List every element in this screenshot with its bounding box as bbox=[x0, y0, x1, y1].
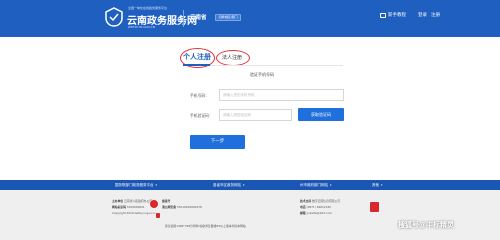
login-link[interactable]: 登录 bbox=[418, 12, 427, 18]
police-badge-icon bbox=[156, 213, 160, 218]
footer-email-label: 邮箱 bbox=[300, 211, 306, 215]
site-subtitle: 全国一体化在线政务服务平台 bbox=[128, 6, 168, 10]
site-logo-icon[interactable] bbox=[104, 7, 124, 27]
footer-link-label: 州市政府部门网站 bbox=[300, 183, 328, 187]
footer-phone-value: (0871) 64612345 bbox=[306, 205, 331, 209]
footer-security: 滇公网安备 53010202000478 bbox=[162, 205, 202, 209]
footer-security-label: 滇公网安备 bbox=[162, 205, 176, 209]
site-url: ZWFW.YN.GOV.CN bbox=[128, 25, 155, 29]
register-link[interactable]: 注册 bbox=[431, 12, 440, 18]
footer-website-code-value: 5300000001 bbox=[126, 205, 145, 209]
footer-website-code: 网站标识码 5300000001 bbox=[112, 205, 145, 209]
footer-link-other[interactable]: 其他 ▾ bbox=[372, 183, 383, 188]
footer-copyright: Copyright 2019 zwfw.yn.gov.cn bbox=[112, 211, 156, 215]
footer-host-label: 主办单位 bbox=[112, 199, 124, 203]
region-name: 云南省 bbox=[190, 15, 207, 21]
phone-input[interactable] bbox=[219, 89, 344, 101]
footer-bottom-note: 建议使用1366*768分辨率/谷歌浏览器或IE9以上版本浏览本网站 bbox=[165, 224, 246, 228]
nav-guide-label: 新手教程 bbox=[388, 13, 406, 18]
gov-site-badge-icon[interactable] bbox=[370, 202, 379, 212]
footer-link-state-council[interactable]: 国务院部门政务服务平台 ▾ bbox=[115, 183, 157, 188]
footer-host: 主办单位 云南省人民政府办公厅 bbox=[112, 199, 152, 203]
footer-tech-value: 数字云南信息有限公司 bbox=[312, 199, 341, 203]
phone-label: 手机号码： bbox=[190, 93, 209, 98]
footer-email: 邮箱 ynzwfw@163.com bbox=[300, 211, 332, 215]
code-input[interactable] bbox=[219, 109, 292, 121]
next-step-button[interactable]: 下一步 bbox=[190, 135, 245, 149]
site-header: 全国一体化在线政务服务平台 云南政务服务网 ZWFW.YN.GOV.CN 云南省… bbox=[0, 0, 500, 37]
footer-phone: 电话 (0871) 64612345 bbox=[300, 205, 331, 209]
chevron-down-icon: ▾ bbox=[330, 183, 332, 187]
code-label: 手机验证码： bbox=[190, 113, 213, 118]
annotation-circle-legal bbox=[216, 50, 250, 66]
footer-phone-label: 电话 bbox=[300, 205, 306, 209]
government-seal-icon[interactable] bbox=[150, 200, 158, 208]
switch-region-button[interactable]: 切换地区/部门 bbox=[215, 14, 241, 21]
footer-email-value: ynzwfw@163.com bbox=[306, 211, 332, 215]
footer-website-code-label: 网站标识码 bbox=[112, 205, 126, 209]
watermark: 搜狐号@中标精灵 bbox=[398, 221, 454, 229]
footer-record-label: 备案号 bbox=[162, 199, 171, 203]
chevron-down-icon: ▾ bbox=[243, 183, 245, 187]
footer-link-prefectures[interactable]: 州市政府部门网站 ▾ bbox=[300, 183, 332, 188]
nav-guide-link[interactable]: 新手教程 bbox=[380, 12, 406, 18]
footer bbox=[0, 190, 500, 240]
book-icon bbox=[380, 12, 386, 18]
header-divider bbox=[183, 10, 184, 27]
footer-tech-label: 技术支持 bbox=[300, 199, 312, 203]
footer-security-value: 53010202000478 bbox=[176, 205, 202, 209]
active-tab-underline bbox=[183, 64, 210, 66]
footer-link-provinces[interactable]: 各省市区政务网站 ▾ bbox=[213, 183, 245, 188]
section-title: 验证手机号码 bbox=[250, 72, 274, 77]
footer-tech: 技术支持 数字云南信息有限公司 bbox=[300, 199, 340, 203]
chevron-down-icon: ▾ bbox=[381, 183, 383, 187]
footer-links-bar: 国务院部门政务服务平台 ▾ 各省市区政务网站 ▾ 州市政府部门网站 ▾ 其他 ▾ bbox=[0, 180, 500, 190]
get-code-button[interactable]: 获取验证码 bbox=[298, 108, 344, 121]
footer-host-value: 云南省人民政府办公厅 bbox=[124, 199, 153, 203]
chevron-down-icon: ▾ bbox=[155, 183, 158, 187]
footer-link-label: 国务院部门政务服务平台 bbox=[115, 183, 154, 187]
footer-record: 备案号 bbox=[162, 199, 170, 203]
footer-link-label: 其他 bbox=[372, 183, 379, 187]
footer-link-label: 各省市区政务网站 bbox=[213, 183, 241, 187]
